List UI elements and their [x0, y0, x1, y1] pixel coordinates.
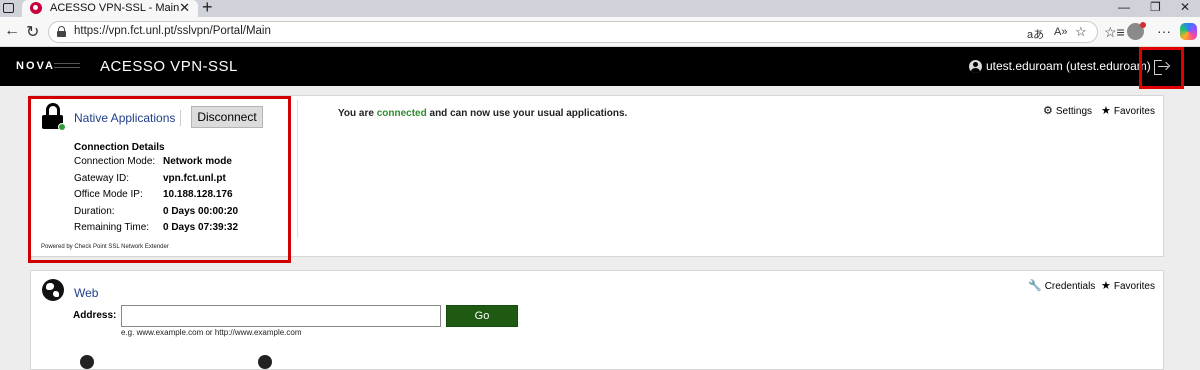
new-tab-icon[interactable]: + [202, 0, 213, 18]
address-bar[interactable]: https://vpn.fct.unl.pt/sslvpn/Portal/Mai… [48, 21, 1098, 43]
status-connected-word: connected [376, 108, 427, 119]
url-text[interactable]: https://vpn.fct.unl.pt/sslvpn/Portal/Mai… [74, 25, 271, 37]
web-favorites-link[interactable]: ★ Favorites [1101, 279, 1155, 292]
settings-link[interactable]: ⚙ Settings [1043, 104, 1092, 117]
app-title: ACESSO VPN-SSL [100, 58, 238, 75]
credentials-label[interactable]: Credentials [1045, 281, 1096, 292]
address-label: Address: [73, 310, 117, 321]
browser-tab-strip: ACESSO VPN-SSL - Main ✕ + — ❐ ✕ [0, 0, 1200, 17]
secure-lock-icon[interactable] [57, 26, 66, 37]
tab-close-icon[interactable]: ✕ [179, 0, 190, 16]
copilot-icon[interactable] [1180, 23, 1197, 40]
star-icon: ★ [1101, 105, 1111, 117]
settings-label[interactable]: Settings [1056, 106, 1092, 117]
credentials-link[interactable]: 🔧 Credentials [1028, 279, 1095, 292]
restore-icon[interactable]: ❐ [1150, 0, 1161, 14]
back-icon[interactable]: ← [4, 22, 20, 40]
translate-icon[interactable]: aあ [1027, 26, 1044, 42]
go-button[interactable]: Go [446, 305, 518, 327]
annotation-highlight-box [28, 96, 291, 263]
globe-icon [42, 279, 64, 301]
portal-header: NOVA ACESSO VPN-SSL utest.eduroam (utest… [0, 47, 1200, 89]
status-prefix: You are [338, 108, 374, 119]
star-icon: ★ [1101, 280, 1111, 292]
web-title[interactable]: Web [74, 286, 98, 300]
connection-status-message: You are connected and can now use your u… [338, 108, 627, 119]
web-favorites-label[interactable]: Favorites [1114, 281, 1155, 292]
key-icon: 🔧 [1028, 280, 1042, 292]
panel-divider [297, 100, 298, 238]
gear-icon: ⚙ [1043, 105, 1053, 117]
user-icon [969, 60, 982, 73]
address-hint: e.g. www.example.com or http://www.examp… [121, 328, 302, 337]
minimize-icon[interactable]: — [1118, 0, 1130, 14]
read-aloud-icon[interactable]: A» [1054, 26, 1067, 38]
tab-title: ACESSO VPN-SSL - Main [50, 2, 180, 14]
logout-icon[interactable] [1154, 60, 1168, 75]
browser-toolbar: ← ↻ https://vpn.fct.unl.pt/sslvpn/Portal… [0, 17, 1200, 47]
site-favicon-icon [30, 2, 42, 14]
address-input[interactable] [121, 305, 441, 327]
partially-visible-icon [80, 355, 94, 369]
reload-icon[interactable]: ↻ [26, 22, 39, 42]
logo-subtitle-graphic [54, 63, 80, 68]
favorites-bar-icon[interactable]: ☆≡ [1104, 24, 1125, 41]
tab-actions-icon[interactable] [2, 1, 16, 15]
favorites-link[interactable]: ★ Favorites [1101, 104, 1155, 117]
partially-visible-icon [258, 355, 272, 369]
user-name: utest.eduroam (utest.eduroam) [986, 59, 1151, 73]
window-close-icon[interactable]: ✕ [1180, 0, 1190, 14]
logout-button[interactable] [1139, 47, 1184, 89]
more-menu-icon[interactable]: ··· [1157, 23, 1171, 39]
favorites-label[interactable]: Favorites [1114, 106, 1155, 117]
browser-tab[interactable]: ACESSO VPN-SSL - Main ✕ [22, 0, 198, 17]
favorite-star-icon[interactable]: ☆ [1075, 24, 1087, 40]
nova-logo: NOVA [16, 60, 55, 72]
status-suffix: and can now use your usual applications. [429, 108, 628, 119]
profile-avatar[interactable] [1127, 22, 1146, 40]
